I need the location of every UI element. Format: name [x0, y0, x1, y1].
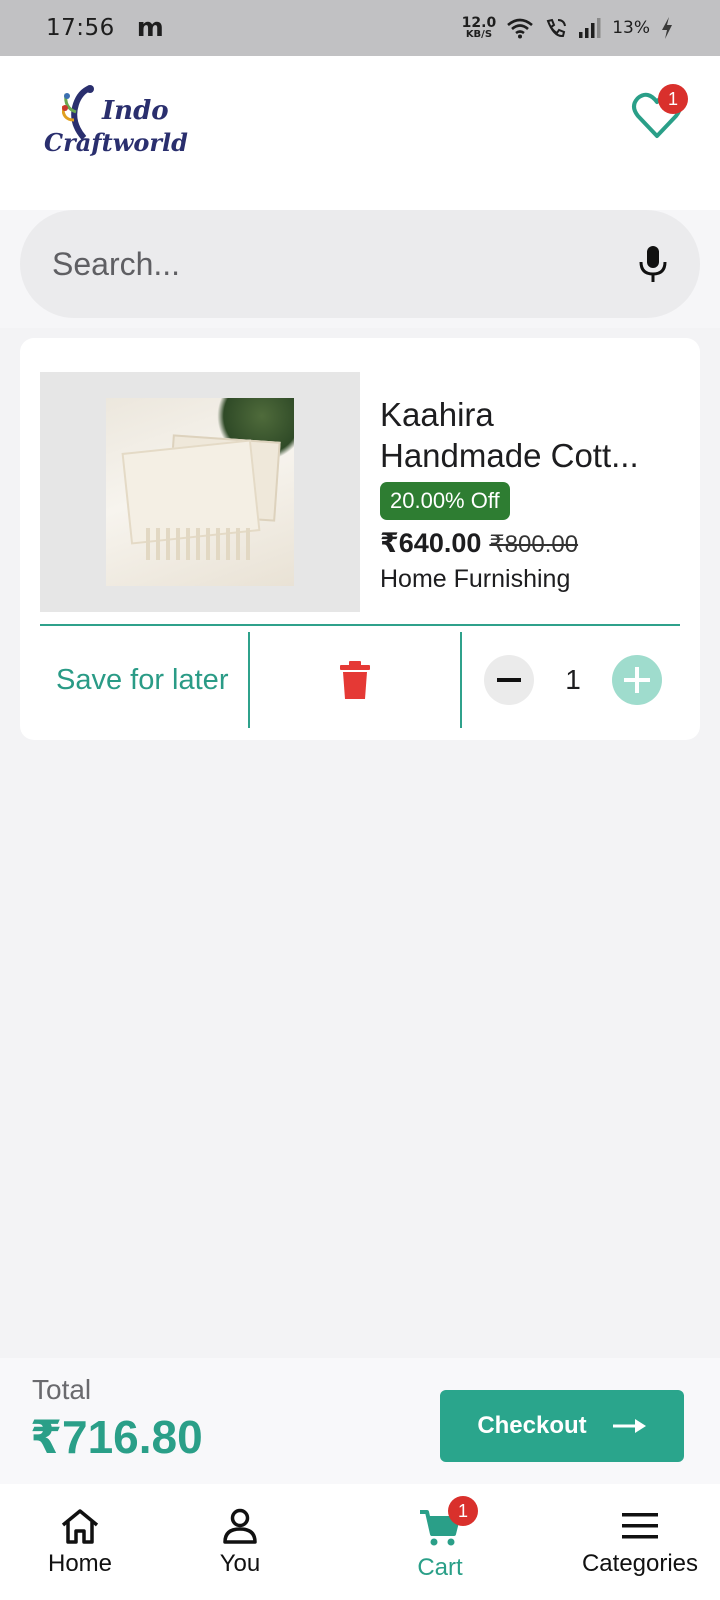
wishlist-count-badge: 1 [658, 84, 688, 114]
nav-cart[interactable]: 1 Cart [320, 1484, 560, 1600]
nav-categories-label: Categories [581, 1550, 699, 1577]
checkout-label: Checkout [477, 1412, 587, 1439]
product-category: Home Furnishing [380, 565, 571, 593]
quantity-value: 1 [565, 664, 581, 695]
product-photo [106, 398, 294, 586]
save-for-later-button[interactable]: Save for later [40, 632, 250, 728]
battery-charging-icon [662, 17, 672, 39]
network-speed-unit: KB/S [465, 29, 493, 40]
network-speed-value: 12.0 [461, 15, 497, 31]
cart-item-card: Kaahira Handmade Cott... 20.00% Off ₹640… [20, 338, 700, 740]
app-notification-icon: m [136, 13, 164, 43]
product-title[interactable]: Kaahira Handmade Cott... [380, 394, 680, 476]
checkout-button[interactable]: Checkout [440, 1390, 684, 1462]
total-label: Total [32, 1374, 92, 1405]
price-row: ₹640.00 ₹800.00 [380, 528, 680, 559]
menu-icon [622, 1513, 658, 1539]
plus-icon [623, 667, 650, 693]
status-bar: 17:56 m 12.0 KB/S 13% [0, 0, 720, 56]
total-amount: ₹716.80 [30, 1411, 203, 1463]
app-header: Indo Craftworld 1 [0, 56, 720, 210]
delete-button[interactable] [250, 632, 462, 728]
original-price: ₹800.00 [489, 531, 579, 558]
product-info: Kaahira Handmade Cott... 20.00% Off ₹640… [380, 394, 680, 594]
increase-quantity-button[interactable] [611, 655, 662, 705]
bottom-navigation: Home You 1 Cart Categories [0, 1484, 720, 1600]
decrease-quantity-button[interactable] [484, 655, 534, 705]
search-section [0, 210, 720, 328]
sale-price: ₹640.00 [380, 528, 482, 558]
wifi-calling-icon [546, 18, 567, 38]
cart-count-badge: 1 [448, 1496, 478, 1526]
logo-text-top: Indo [102, 96, 169, 126]
product-image[interactable] [40, 372, 360, 612]
status-indicators: 12.0 KB/S 13% [462, 16, 674, 40]
product-title-line1: Kaahira [380, 396, 494, 433]
logo-text-bottom: Craftworld [44, 128, 188, 157]
wifi-icon [507, 18, 534, 39]
product-title-line2: Handmade Cott... [380, 437, 639, 474]
signal-icon [579, 18, 601, 38]
battery-percentage: 13% [612, 18, 650, 38]
status-time: 17:56 [46, 15, 115, 41]
home-icon [61, 1509, 99, 1544]
cart-item-actions: Save for later 1 [40, 632, 680, 728]
nav-you[interactable]: You [160, 1484, 320, 1600]
quantity-stepper: 1 [462, 632, 680, 728]
order-total-bar: Total ₹716.80 Checkout [0, 1358, 720, 1484]
network-speed: 12.0 KB/S [462, 16, 497, 40]
wishlist-button[interactable]: 1 [630, 84, 688, 142]
nav-cart-label: Cart [417, 1554, 463, 1581]
card-divider [40, 624, 680, 626]
search-bar[interactable] [20, 210, 700, 318]
minus-icon [497, 678, 521, 682]
brand-logo[interactable]: Indo Craftworld [44, 78, 188, 178]
trash-icon [340, 661, 370, 699]
nav-home-label: Home [47, 1550, 113, 1577]
nav-home[interactable]: Home [0, 1484, 160, 1600]
search-input[interactable] [52, 245, 636, 283]
nav-you-label: You [219, 1550, 261, 1577]
nav-categories[interactable]: Categories [560, 1484, 720, 1600]
arrow-right-icon [612, 1419, 646, 1433]
discount-badge: 20.00% Off [380, 482, 510, 520]
person-icon [223, 1508, 257, 1544]
microphone-icon[interactable] [636, 244, 670, 284]
